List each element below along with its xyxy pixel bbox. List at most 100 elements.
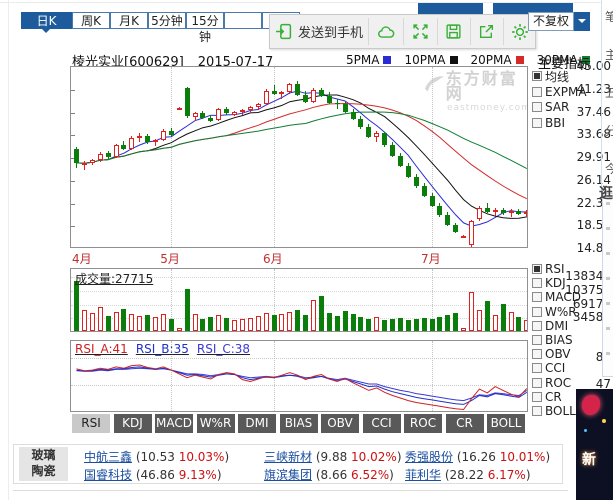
rsi-gridline [71, 358, 527, 359]
candle [485, 208, 490, 212]
checkbox-icon[interactable] [532, 378, 542, 388]
volume-bar [240, 319, 245, 331]
timeframe-tab-4[interactable]: 5分钟 [148, 12, 186, 29]
sub-indicator-cr[interactable]: CR [532, 390, 562, 404]
sub-indicator-macd[interactable]: MACD [532, 290, 581, 304]
x-axis-month-labels: 4月5月6月7月 [0, 250, 560, 264]
page-edge-text-fragment: 主 [605, 46, 613, 63]
adjust-mode-dropdown[interactable]: 不复权 [528, 12, 574, 31]
main-indicator-expma[interactable]: EXPMA [532, 85, 587, 99]
sub-indicator-cci[interactable]: CCI [532, 361, 565, 375]
main-indicator-bbi[interactable]: BBI [532, 116, 565, 130]
checkbox-icon[interactable] [532, 102, 542, 112]
checkbox-icon[interactable] [532, 392, 542, 402]
indicator-tab-bias[interactable]: BIAS [280, 414, 318, 433]
sub-indicator-kdj[interactable]: KDJ [532, 276, 566, 290]
stock-link[interactable]: 国睿科技 [84, 468, 132, 482]
sub-indicator-boll[interactable]: BOLL [532, 404, 576, 418]
checkbox-icon[interactable] [532, 87, 542, 97]
checkbox-icon[interactable] [532, 406, 542, 416]
indicator-tab-dmi[interactable]: DMI [238, 414, 276, 433]
indicator-tab-cci[interactable]: CCI [363, 414, 401, 433]
checkbox-label: W%R [545, 305, 577, 319]
checkbox-icon[interactable] [532, 335, 542, 345]
timeframe-tab-2[interactable]: 周K [72, 12, 110, 29]
stock-price: (16.26 [453, 450, 500, 464]
checkbox-label: DMI [545, 319, 568, 333]
checkbox-icon[interactable] [532, 118, 542, 128]
share-icon [478, 23, 495, 40]
rsi-plot[interactable]: RSI_A:41RSI_B:35RSI_C:38 [70, 340, 528, 412]
indicator-tab-macd[interactable]: MACD [155, 414, 193, 433]
month-gridline [274, 341, 275, 411]
candle [200, 113, 205, 117]
ad-banner[interactable]: 新 [576, 389, 613, 500]
page-right-divider [601, 0, 602, 193]
edge-dot [606, 227, 610, 230]
main-chart-plot[interactable]: 东方财富网 eastmoney.com [70, 66, 528, 248]
sub-indicator-rsi[interactable]: RSI [532, 262, 565, 276]
checkbox-icon[interactable] [532, 321, 542, 331]
candle [303, 95, 308, 102]
stock-link[interactable]: 旗滨集团 [264, 468, 312, 482]
main-indicator-均线[interactable]: 均线 [532, 69, 569, 83]
rsi-value-label: RSI_C:38 [197, 342, 250, 356]
stock-link[interactable]: 三峡新材 [264, 450, 312, 464]
page-edge-text-fragment: 五 [605, 84, 613, 101]
candle [469, 221, 474, 245]
checkbox-checked-icon[interactable] [532, 71, 542, 81]
indicator-tab-cr[interactable]: CR [446, 414, 484, 433]
checkbox-label: EXPMA [545, 85, 587, 99]
indicator-tab-wr[interactable]: W%R [197, 414, 235, 433]
indicator-tab-obv[interactable]: OBV [321, 414, 359, 433]
timeframe-tab-3[interactable]: 月K [110, 12, 148, 29]
stock-link[interactable]: 秀强股份 [405, 450, 453, 464]
checkbox-icon[interactable] [532, 349, 542, 359]
checkbox-label: CR [545, 390, 562, 404]
send-to-phone-button[interactable]: 发送到手机 [270, 15, 368, 48]
sub-indicator-bias[interactable]: BIAS [532, 333, 573, 347]
sub-indicator-wr[interactable]: W%R [532, 305, 577, 319]
cloud-button[interactable] [368, 15, 403, 48]
checkbox-icon[interactable] [532, 278, 542, 288]
main-indicator-sar[interactable]: SAR [532, 100, 569, 114]
checkbox-checked-icon[interactable] [532, 264, 542, 274]
dropdown-arrow-icon[interactable] [574, 12, 590, 31]
volume-bar [200, 319, 205, 331]
ad-spark [602, 419, 606, 423]
checkbox-icon[interactable] [532, 363, 542, 373]
related-stocks-box: 玻璃 陶瓷 中航三鑫 (10.53 10.03%)三峡新材 (9.88 10.0… [13, 444, 563, 484]
stock-link[interactable]: 中航三鑫 [84, 450, 132, 464]
sub-indicator-dmi[interactable]: DMI [532, 319, 568, 333]
fullscreen-button[interactable] [403, 15, 437, 48]
save-button[interactable] [437, 15, 470, 48]
candle [90, 160, 95, 163]
paren: ) [526, 468, 531, 482]
checkbox-label: SAR [545, 100, 569, 114]
candle [501, 210, 506, 213]
indicator-tab-kdj[interactable]: KDJ [114, 414, 152, 433]
sub-indicator-roc[interactable]: ROC [532, 376, 571, 390]
sub-indicator-obv[interactable]: OBV [532, 347, 571, 361]
candle [161, 131, 166, 140]
candle [382, 133, 387, 146]
timeframe-tab-1[interactable]: 日K [21, 12, 72, 29]
toolbar-button-partial[interactable] [418, 3, 483, 14]
timeframe-tab-5[interactable]: 15分钟 [186, 12, 224, 29]
indicator-tab-roc[interactable]: ROC [404, 414, 442, 433]
volume-bar [98, 307, 103, 331]
candle [216, 109, 221, 120]
indicator-tab-boll[interactable]: BOLL [487, 414, 525, 433]
timeframe-tab-hidden[interactable] [224, 12, 262, 29]
indicator-tab-rsi[interactable]: RSI [72, 414, 110, 433]
volume-plot[interactable]: 成交量:27715 [70, 268, 528, 332]
candle [287, 84, 292, 91]
volume-bar [516, 317, 521, 331]
stock-link[interactable]: 菲利华 [405, 468, 441, 482]
checkbox-icon[interactable] [532, 307, 542, 317]
expand-icon [412, 23, 429, 40]
checkbox-icon[interactable] [532, 292, 542, 302]
candle [240, 110, 245, 112]
export-button[interactable] [470, 15, 503, 48]
legend-item: 5PMA [346, 53, 391, 67]
